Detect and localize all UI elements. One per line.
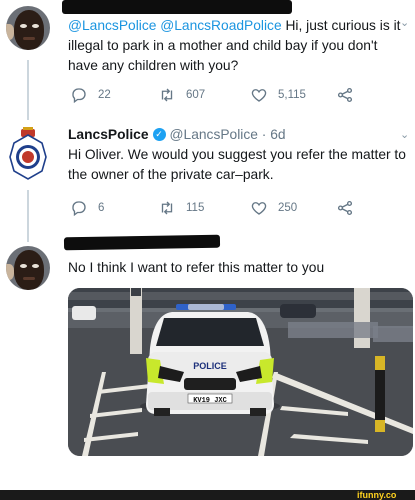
tweet-actions: 6 115 250: [70, 199, 370, 219]
tweet-photo[interactable]: POLICE KV19 JXC: [68, 288, 413, 456]
avatar-face-shape: [14, 250, 44, 290]
reply-button[interactable]: 22: [70, 86, 111, 104]
thread-line: [27, 190, 29, 242]
tweet-text: Hi Oliver. We would you suggest you refe…: [68, 147, 406, 182]
share-icon: [337, 200, 353, 216]
car-bonnet-text: POLICE: [193, 361, 227, 371]
share-button[interactable]: [336, 199, 354, 217]
author-handle[interactable]: @LancsPolice · 6d: [170, 127, 286, 142]
retweet-button[interactable]: 607: [158, 86, 205, 104]
avatar-mouth: [23, 37, 35, 40]
redacted-username: [63, 234, 221, 251]
tweet-text: @LancsPolice @LancsRoadPolice Hi, just c…: [68, 16, 408, 76]
heart-icon: [251, 89, 267, 102]
bottom-bar: [0, 490, 415, 500]
retweet-icon: [161, 201, 173, 215]
number-plate: KV19 JXC: [193, 397, 227, 405]
lancs-police-avatar[interactable]: [8, 127, 48, 183]
retweet-count: 607: [186, 89, 206, 101]
reply-count: 22: [98, 89, 111, 101]
avatar-eye: [20, 264, 27, 268]
reply-icon: [72, 88, 86, 104]
avatar-hand: [6, 264, 14, 280]
like-button[interactable]: 250: [250, 199, 297, 217]
watermark: ifunny.co: [357, 490, 397, 500]
like-count: 5,115: [278, 89, 306, 101]
heart-icon: [251, 202, 267, 215]
author-row: LancsPolice ✓ @LancsPolice · 6d: [68, 127, 286, 142]
avatar-hand: [6, 24, 14, 40]
share-icon: [337, 87, 353, 103]
user-avatar[interactable]: [6, 246, 50, 290]
avatar-face-shape: [14, 10, 44, 50]
author-name[interactable]: LancsPolice: [68, 127, 149, 142]
reply-count: 6: [98, 202, 105, 214]
retweet-button[interactable]: 115: [158, 199, 204, 217]
avatar-eye: [32, 24, 39, 28]
chevron-down-icon[interactable]: ⌄: [400, 128, 409, 141]
reply-button[interactable]: 6: [70, 199, 104, 217]
tweet-actions: 22 607 5,115: [70, 86, 370, 106]
retweet-count: 115: [186, 202, 205, 214]
tweet-text: No I think I want to refer this matter t…: [68, 260, 325, 275]
mention-link[interactable]: @LancsPolice @LancsRoadPolice: [68, 18, 282, 33]
like-count: 250: [278, 202, 298, 214]
like-button[interactable]: 5,115: [250, 86, 306, 104]
verified-badge-icon: ✓: [152, 128, 166, 141]
redacted-username: [62, 0, 292, 14]
thread-line: [27, 60, 29, 120]
user-avatar[interactable]: [6, 6, 50, 50]
avatar-mouth: [23, 277, 35, 280]
retweet-icon: [161, 88, 173, 102]
share-button[interactable]: [336, 86, 354, 104]
reply-icon: [72, 201, 86, 217]
avatar-eye: [32, 264, 39, 268]
avatar-eye: [20, 24, 27, 28]
